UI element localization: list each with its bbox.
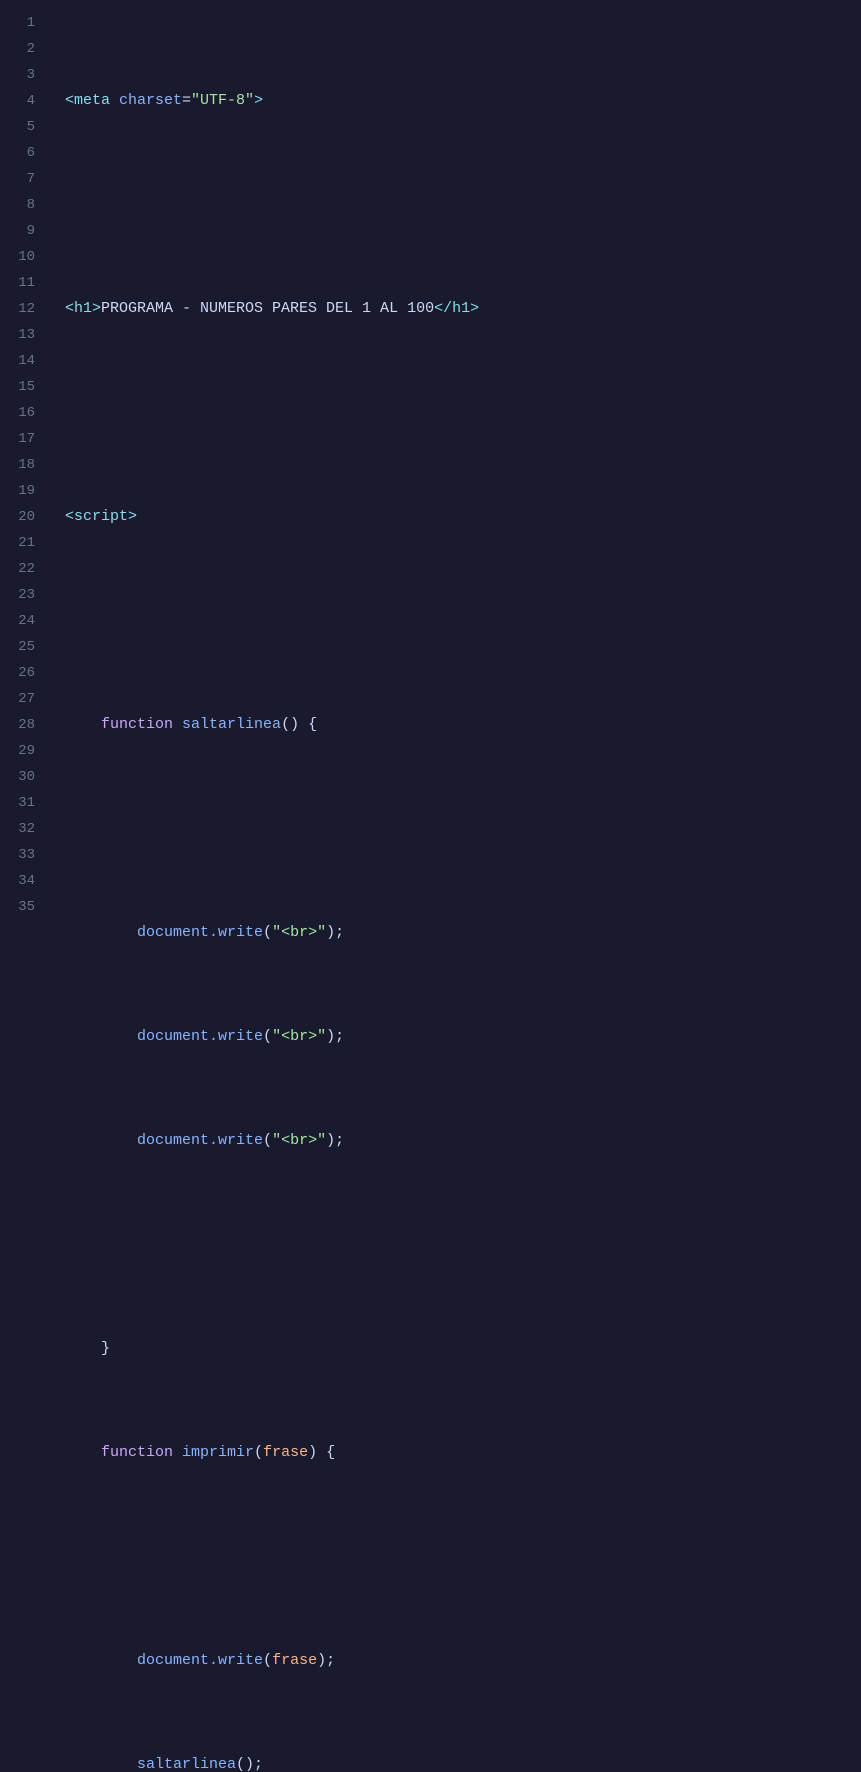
line-num-32: 32 <box>0 816 41 842</box>
line-num-20: 20 <box>0 504 41 530</box>
code-line-2 <box>55 192 861 218</box>
line-num-13: 13 <box>0 322 41 348</box>
code-content[interactable]: <meta charset="UTF-8"> <h1>PROGRAMA - NU… <box>55 0 861 1772</box>
line-num-7: 7 <box>0 166 41 192</box>
code-line-14: function imprimir(frase) { <box>55 1440 861 1466</box>
code-line-8 <box>55 816 861 842</box>
line-num-12: 12 <box>0 296 41 322</box>
line-num-24: 24 <box>0 608 41 634</box>
line-num-4: 4 <box>0 88 41 114</box>
line-num-25: 25 <box>0 634 41 660</box>
line-num-3: 3 <box>0 62 41 88</box>
line-num-19: 19 <box>0 478 41 504</box>
line-num-22: 22 <box>0 556 41 582</box>
line-num-23: 23 <box>0 582 41 608</box>
code-line-12 <box>55 1232 861 1258</box>
line-num-9: 9 <box>0 218 41 244</box>
line-num-34: 34 <box>0 868 41 894</box>
line-num-1: 1 <box>0 10 41 36</box>
line-num-10: 10 <box>0 244 41 270</box>
line-num-17: 17 <box>0 426 41 452</box>
line-num-33: 33 <box>0 842 41 868</box>
code-line-5: <script> <box>55 504 861 530</box>
line-num-27: 27 <box>0 686 41 712</box>
line-num-21: 21 <box>0 530 41 556</box>
line-num-26: 26 <box>0 660 41 686</box>
line-num-30: 30 <box>0 764 41 790</box>
code-line-9: document.write("<br>"); <box>55 920 861 946</box>
code-line-3: <h1>PROGRAMA - NUMEROS PARES DEL 1 AL 10… <box>55 296 861 322</box>
code-line-13: } <box>55 1336 861 1362</box>
code-editor: 1 2 3 4 5 6 7 8 9 10 11 12 13 14 15 16 1… <box>0 0 861 1772</box>
code-line-6 <box>55 608 861 634</box>
line-num-6: 6 <box>0 140 41 166</box>
line-num-18: 18 <box>0 452 41 478</box>
code-line-10: document.write("<br>"); <box>55 1024 861 1050</box>
code-line-7: function saltarlinea() { <box>55 712 861 738</box>
line-num-35: 35 <box>0 894 41 920</box>
line-num-15: 15 <box>0 374 41 400</box>
line-num-31: 31 <box>0 790 41 816</box>
code-line-17: saltarlinea(); <box>55 1752 861 1772</box>
code-line-16: document.write(frase); <box>55 1648 861 1674</box>
line-num-11: 11 <box>0 270 41 296</box>
line-num-2: 2 <box>0 36 41 62</box>
line-num-28: 28 <box>0 712 41 738</box>
code-line-11: document.write("<br>"); <box>55 1128 861 1154</box>
code-line-4 <box>55 400 861 426</box>
line-num-8: 8 <box>0 192 41 218</box>
line-numbers: 1 2 3 4 5 6 7 8 9 10 11 12 13 14 15 16 1… <box>0 0 55 1772</box>
code-line-15 <box>55 1544 861 1570</box>
line-num-16: 16 <box>0 400 41 426</box>
code-line-1: <meta charset="UTF-8"> <box>55 88 861 114</box>
line-num-29: 29 <box>0 738 41 764</box>
line-num-14: 14 <box>0 348 41 374</box>
line-num-5: 5 <box>0 114 41 140</box>
